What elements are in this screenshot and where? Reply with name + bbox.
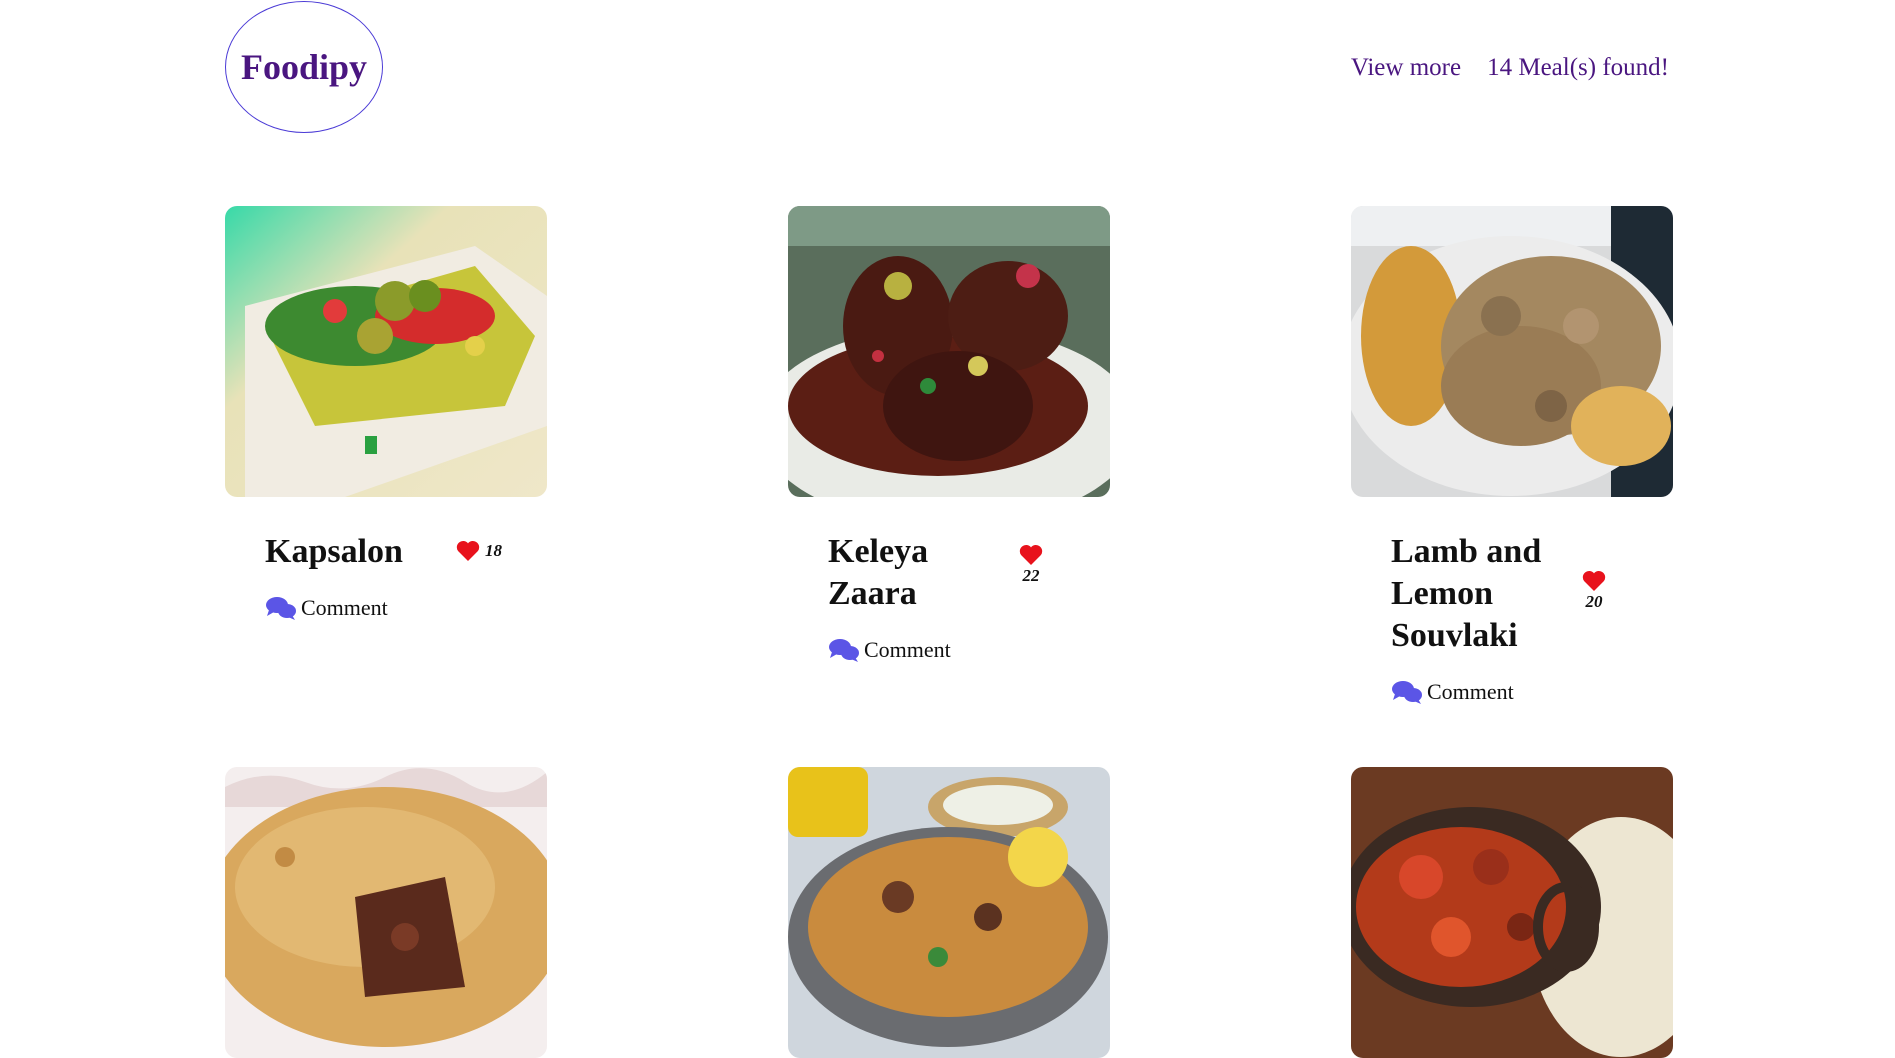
like-count: 18 bbox=[485, 540, 502, 560]
like-button[interactable]: 22 bbox=[1018, 543, 1044, 586]
header-nav: View more 14 Meal(s) found! bbox=[1351, 54, 1669, 82]
comments-icon bbox=[829, 639, 859, 662]
meals-found-count: 14 Meal(s) found! bbox=[1487, 54, 1669, 81]
meal-title: Kapsalon bbox=[265, 533, 403, 570]
meal-card bbox=[788, 767, 1110, 1058]
comments-icon bbox=[266, 597, 296, 620]
meal-info: Kapsalon 18 Comment bbox=[225, 531, 547, 621]
comment-label: Comment bbox=[301, 595, 388, 620]
meal-image-biryani[interactable] bbox=[788, 767, 1110, 1058]
meal-image-meat-pie[interactable] bbox=[225, 767, 547, 1058]
like-button[interactable]: 20 bbox=[1581, 569, 1607, 612]
heart-icon bbox=[1582, 571, 1606, 591]
meal-card: Kapsalon 18 Comment bbox=[225, 206, 547, 621]
heart-icon bbox=[1019, 545, 1043, 565]
comments-icon bbox=[1392, 681, 1422, 704]
meal-image-stew[interactable] bbox=[1351, 767, 1673, 1058]
heart-icon bbox=[456, 541, 480, 561]
comment-button[interactable]: Comment bbox=[828, 637, 1110, 663]
meal-info: Lamb and Lemon Souvlaki 20 Comment bbox=[1351, 531, 1673, 705]
like-count: 20 bbox=[1585, 592, 1603, 611]
logo-link[interactable]: Foodipy bbox=[225, 1, 383, 133]
meal-card bbox=[225, 767, 547, 1058]
like-count: 22 bbox=[1022, 566, 1040, 585]
comment-label: Comment bbox=[864, 637, 951, 662]
like-button[interactable]: 18 bbox=[455, 539, 502, 562]
meal-title: Keleya Zaara bbox=[828, 533, 929, 612]
comment-button[interactable]: Comment bbox=[265, 595, 547, 621]
view-more-link[interactable]: View more bbox=[1351, 54, 1461, 82]
meal-image-keleya-zaara[interactable] bbox=[788, 206, 1110, 497]
comment-label: Comment bbox=[1427, 679, 1514, 704]
meal-info: Keleya Zaara 22 Comment bbox=[788, 531, 1110, 663]
header: Foodipy View more 14 Meal(s) found! bbox=[0, 0, 1895, 140]
meal-card: Keleya Zaara 22 Comment bbox=[788, 206, 1110, 663]
meal-card bbox=[1351, 767, 1673, 1058]
meal-card: Lamb and Lemon Souvlaki 20 Comment bbox=[1351, 206, 1673, 705]
comment-button[interactable]: Comment bbox=[1391, 679, 1673, 705]
meal-title: Lamb and Lemon Souvlaki bbox=[1391, 533, 1542, 654]
meal-image-kapsalon[interactable] bbox=[225, 206, 547, 497]
meal-image-souvlaki[interactable] bbox=[1351, 206, 1673, 497]
